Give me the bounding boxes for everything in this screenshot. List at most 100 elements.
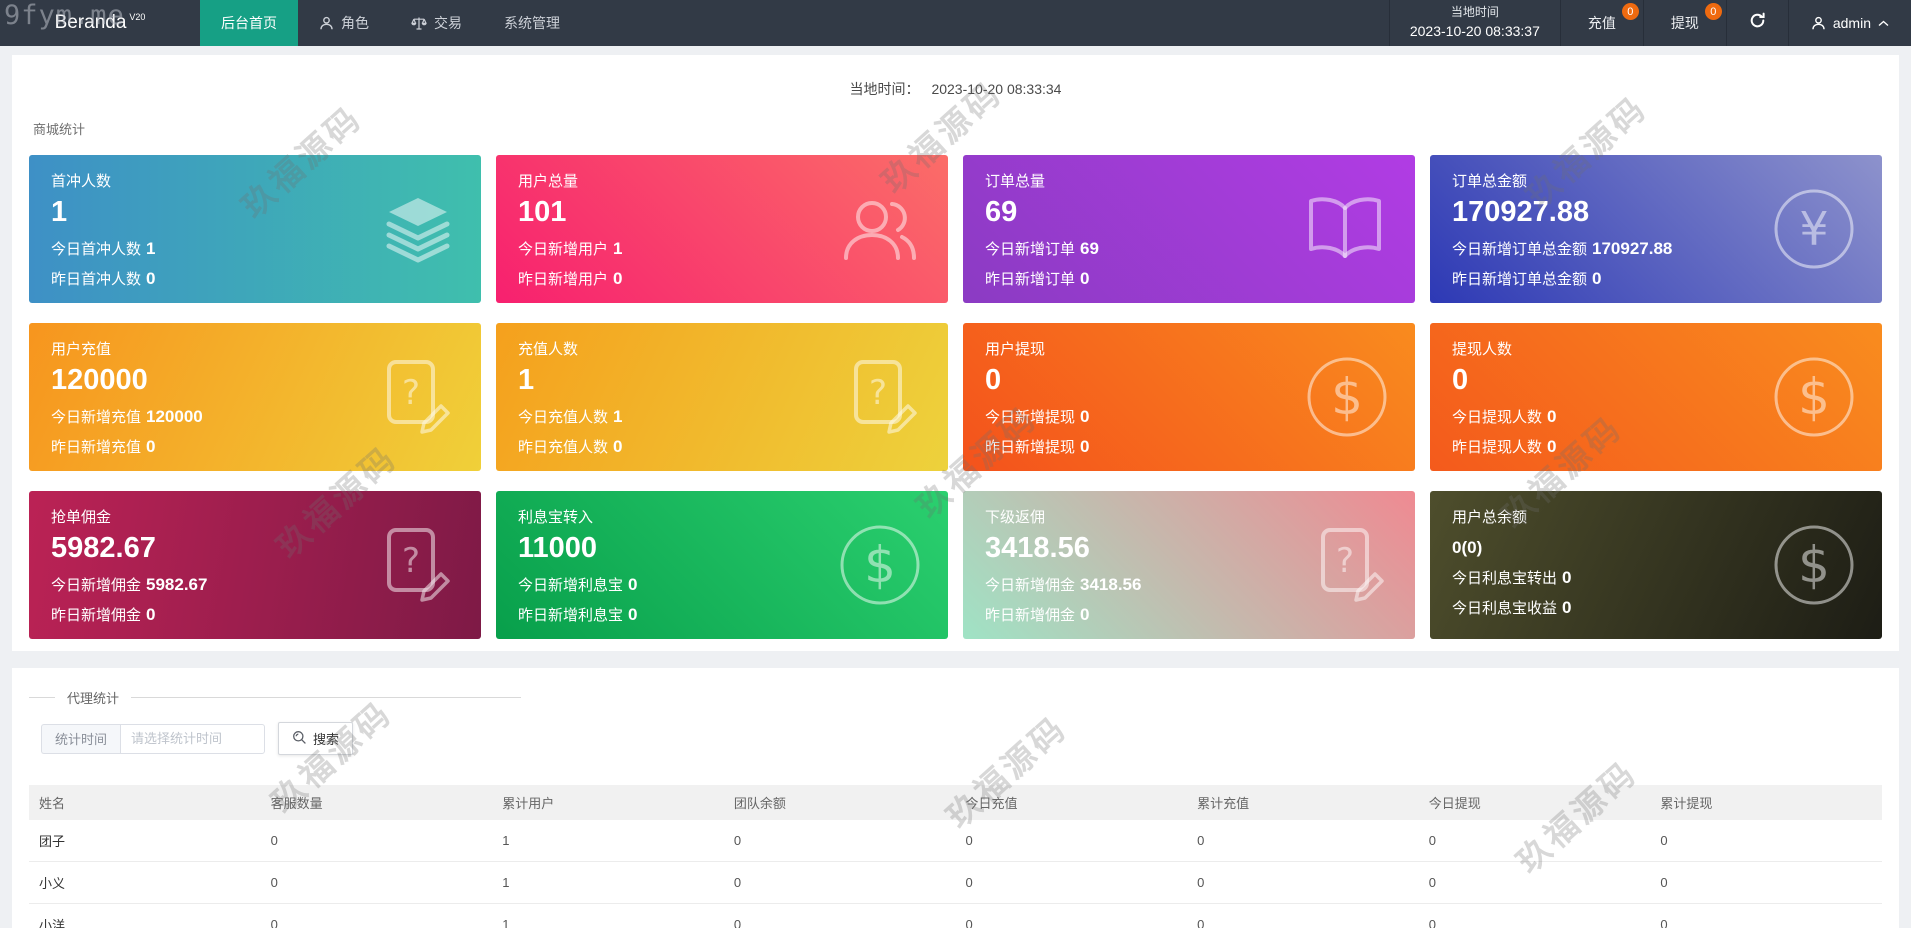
- card-line-value: 170927.88: [1592, 239, 1673, 258]
- panel-local-time: 当地时间： 2023-10-20 08:33:34: [29, 79, 1882, 99]
- svg-text:$: $: [1798, 368, 1830, 426]
- brand-name: Beranda: [54, 12, 127, 33]
- card-line-label: 今日充值人数: [518, 409, 609, 426]
- stat-card-total-orders: 订单总量 69 今日新增订单 69 昨日新增订单 0: [963, 155, 1415, 303]
- svg-text:$: $: [864, 536, 896, 594]
- withdraw-label: 提现: [1670, 15, 1699, 31]
- card-line-value: 1: [613, 239, 623, 258]
- stat-card-interest-transfer-in: 利息宝转入 11000 今日新增利息宝 0 昨日新增利息宝 0 $: [496, 491, 948, 639]
- card-line-value: 0: [1562, 598, 1572, 617]
- card-line-label: 昨日新增利息宝: [518, 607, 624, 624]
- col-header-total-withdraw: 累计提现: [1650, 785, 1882, 820]
- stat-card-grab-commission: 抢单佣金 5982.67 今日新增佣金 5982.67 昨日新增佣金 0 ?: [29, 491, 481, 639]
- svg-text:?: ?: [1336, 541, 1354, 581]
- document-question-icon: ?: [844, 357, 922, 437]
- overview-panel: 当地时间： 2023-10-20 08:33:34 商城统计 首冲人数 1 今日…: [12, 55, 1899, 651]
- dollar-circle-icon: $: [1305, 355, 1389, 439]
- card-line-label: 今日新增佣金: [985, 577, 1076, 594]
- table-row: 小义 0 1 0 0 0 0 0: [29, 861, 1882, 904]
- admin-dashboard-page: Beranda V20 后台首页 角色 交易 系统管理 当地时间 2023-10…: [0, 0, 1911, 928]
- table-header-row: 姓名 客服数量 累计用户 团队余额 今日充值 累计充值 今日提现 累计提现: [29, 785, 1882, 820]
- username-label: admin: [1832, 15, 1871, 31]
- document-question-icon: ?: [1311, 525, 1389, 605]
- stat-card-sub-rebate: 下级返佣 3418.56 今日新增佣金 3418.56 昨日新增佣金 0 ?: [963, 491, 1415, 639]
- stat-card-user-recharge: 用户充值 120000 今日新增充值 120000 昨日新增充值 0 ?: [29, 323, 481, 471]
- card-line-label: 昨日充值人数: [518, 439, 609, 456]
- menu-item-label: 角色: [341, 15, 369, 31]
- brand-logo: Beranda V20: [0, 0, 200, 46]
- agent-section-legend: 代理统计: [29, 668, 521, 707]
- card-line-value: 0: [613, 269, 623, 288]
- search-button[interactable]: 搜索: [278, 722, 354, 755]
- legend-line: [131, 697, 521, 698]
- card-line-label: 今日新增提现: [985, 409, 1076, 426]
- card-line-label: 昨日新增用户: [518, 271, 609, 288]
- stat-card-total-users: 用户总量 101 今日新增用户 1 昨日新增用户 0: [496, 155, 948, 303]
- card-line-value: 1: [613, 407, 623, 426]
- users-icon: [836, 192, 922, 266]
- stat-card-recharge-users: 充值人数 1 今日充值人数 1 昨日充值人数 0 ?: [496, 323, 948, 471]
- card-line-label: 昨日新增佣金: [51, 607, 142, 624]
- document-question-icon: ?: [377, 357, 455, 437]
- search-button-label: 搜索: [313, 732, 340, 747]
- card-line-value: 0: [1080, 437, 1090, 456]
- withdraw-button[interactable]: 提现 0: [1642, 0, 1726, 46]
- scales-icon: [411, 16, 427, 31]
- card-line-label: 今日新增用户: [518, 241, 609, 258]
- local-time-label: 当地时间: [1450, 4, 1499, 19]
- document-question-icon: ?: [377, 525, 455, 605]
- card-line-value: 0: [1080, 605, 1090, 624]
- withdraw-badge: 0: [1704, 3, 1722, 20]
- card-line-value: 0: [1080, 269, 1090, 288]
- section-title-agent-stats: 代理统计: [67, 691, 120, 706]
- card-line-label: 今日提现人数: [1452, 409, 1543, 426]
- card-line-label: 昨日新增提现: [985, 439, 1076, 456]
- svg-text:¥: ¥: [1799, 202, 1828, 256]
- yen-circle-icon: ¥: [1772, 187, 1856, 271]
- search-icon: [292, 730, 307, 748]
- card-line-value: 0: [146, 269, 156, 288]
- stat-time-input[interactable]: [120, 723, 266, 754]
- card-line-label: 今日利息宝转出: [1452, 570, 1558, 587]
- col-header-today-recharge: 今日充值: [955, 785, 1188, 820]
- legend-line: [29, 697, 55, 698]
- layers-icon: [381, 194, 455, 264]
- menu-item-trade[interactable]: 交易: [390, 0, 483, 46]
- recharge-button[interactable]: 充值 0: [1559, 0, 1643, 46]
- card-line-value: 3418.56: [1080, 575, 1142, 594]
- main-menu: 后台首页 角色 交易 系统管理: [200, 0, 581, 46]
- card-line-label: 昨日新增充值: [51, 439, 142, 456]
- menu-item-dashboard[interactable]: 后台首页: [200, 0, 298, 46]
- menu-item-label: 后台首页: [221, 15, 277, 31]
- stat-card-user-total-balance: 用户总余额 0(0) 今日利息宝转出 0 今日利息宝收益 0 $: [1430, 491, 1882, 639]
- panel-time-value: 2023-10-20 08:33:34: [931, 81, 1062, 97]
- card-line-value: 69: [1080, 239, 1099, 258]
- panel-time-label: 当地时间：: [849, 81, 920, 97]
- user-icon: [1811, 16, 1826, 31]
- agent-filter-row: 统计时间 搜索: [41, 722, 1882, 755]
- svg-text:?: ?: [402, 541, 420, 581]
- agent-stats-panel: 代理统计 统计时间 搜索 姓名 客服数量 累计用户 团队余额 今日充值: [12, 668, 1899, 928]
- stat-time-label: 统计时间: [41, 723, 121, 754]
- card-title: 订单总量: [985, 173, 1046, 190]
- col-header-team-balance: 团队余额: [723, 785, 956, 820]
- menu-item-label: 交易: [434, 15, 462, 31]
- card-line-label: 今日新增订单: [985, 241, 1076, 258]
- card-line-label: 昨日首冲人数: [51, 271, 142, 288]
- card-line-label: 昨日新增订单: [985, 271, 1076, 288]
- refresh-button[interactable]: [1725, 0, 1788, 46]
- stat-card-withdraw-users: 提现人数 0 今日提现人数 0 昨日提现人数 0 $: [1430, 323, 1882, 471]
- user-menu[interactable]: admin: [1787, 0, 1911, 46]
- card-title: 首冲人数: [51, 173, 112, 190]
- card-line-label: 昨日新增订单总金额: [1452, 271, 1588, 288]
- card-line-value: 120000: [146, 407, 203, 426]
- col-header-name: 姓名: [29, 785, 261, 820]
- card-title: 充值人数: [518, 341, 579, 358]
- svg-text:?: ?: [869, 373, 887, 413]
- book-icon: [1301, 194, 1389, 264]
- menu-item-system[interactable]: 系统管理: [483, 0, 581, 46]
- top-navbar: Beranda V20 后台首页 角色 交易 系统管理 当地时间 2023-10…: [0, 0, 1911, 46]
- card-title: 抢单佣金: [51, 509, 112, 526]
- menu-item-roles[interactable]: 角色: [298, 0, 390, 46]
- card-line-value: 0: [1080, 407, 1090, 426]
